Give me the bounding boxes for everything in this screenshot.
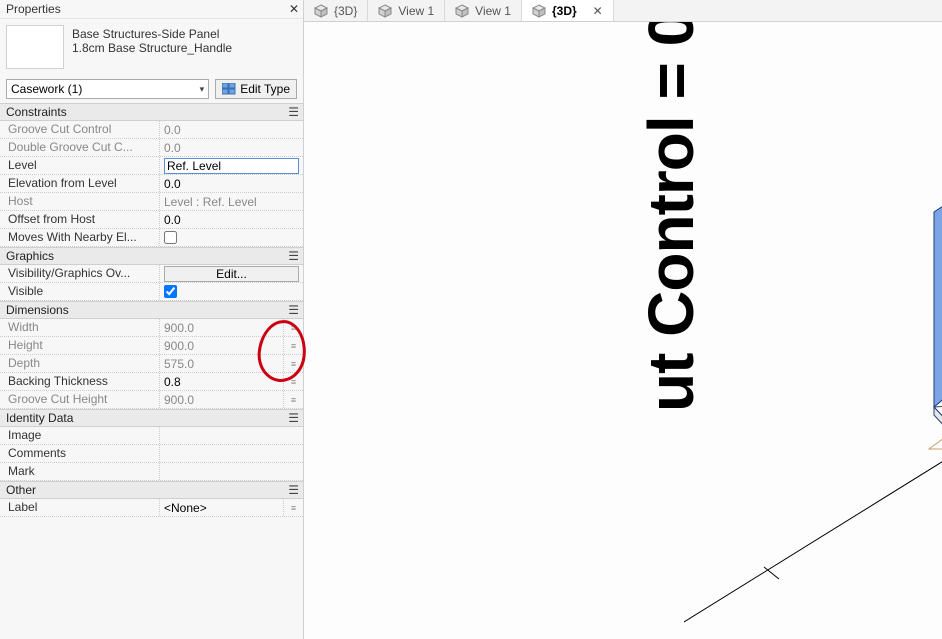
row-host: Host Level : Ref. Level <box>0 193 303 211</box>
category-selector[interactable]: Casework (1) ▾ <box>6 79 209 99</box>
row-label[interactable]: Label <None> ≡ <box>0 499 303 517</box>
associate-parameter-button[interactable]: ≡ <box>283 337 303 354</box>
view-tabs: {3D} View 1 View 1 {3D} ✕ <box>304 0 942 22</box>
properties-titlebar: Properties ✕ <box>0 0 303 19</box>
cabinet-model[interactable] <box>864 152 942 452</box>
moves-with-nearby-checkbox[interactable] <box>164 231 177 244</box>
edit-type-button[interactable]: Edit Type <box>215 79 297 99</box>
cube-icon <box>314 4 328 18</box>
type-selector-row: Base Structures-Side Panel 1.8cm Base St… <box>0 19 303 79</box>
view-tab-3d-active[interactable]: {3D} ✕ <box>522 0 614 21</box>
view-tab-view1[interactable]: View 1 <box>368 0 445 21</box>
group-other[interactable]: Other ☰ <box>0 481 303 499</box>
cube-icon <box>532 4 546 18</box>
associate-parameter-button[interactable]: ≡ <box>283 391 303 408</box>
associate-parameter-button[interactable]: ≡ <box>283 499 303 516</box>
row-height: Height 900.0 ≡ <box>0 337 303 355</box>
row-comments[interactable]: Comments <box>0 445 303 463</box>
collapse-icon: ☰ <box>288 483 299 497</box>
properties-panel: Properties ✕ Base Structures-Side Panel … <box>0 0 304 639</box>
model-viewport[interactable]: ut Control = 0 <box>304 22 942 639</box>
close-icon[interactable]: ✕ <box>289 3 299 15</box>
properties-title: Properties <box>6 2 61 16</box>
associate-parameter-button[interactable]: ≡ <box>283 355 303 372</box>
category-selector-label: Casework (1) <box>11 82 82 96</box>
row-mark[interactable]: Mark <box>0 463 303 481</box>
type-name-line2: 1.8cm Base Structure_Handle <box>72 41 232 55</box>
row-moves-with-nearby[interactable]: Moves With Nearby El... <box>0 229 303 247</box>
group-dimensions[interactable]: Dimensions ☰ <box>0 301 303 319</box>
edit-type-label: Edit Type <box>240 82 290 96</box>
associate-parameter-button[interactable]: ≡ <box>283 373 303 390</box>
row-image[interactable]: Image <box>0 427 303 445</box>
collapse-icon: ☰ <box>288 249 299 263</box>
collapse-icon: ☰ <box>288 105 299 119</box>
chevron-down-icon: ▾ <box>200 84 205 95</box>
group-constraints[interactable]: Constraints ☰ <box>0 103 303 121</box>
type-preview-icon <box>6 25 64 69</box>
edit-type-icon <box>222 83 236 95</box>
row-width: Width 900.0 ≡ <box>0 319 303 337</box>
tab-close-icon[interactable]: ✕ <box>593 4 603 18</box>
row-elevation-from-level[interactable]: Elevation from Level 0.0 <box>0 175 303 193</box>
row-offset-from-host[interactable]: Offset from Host 0.0 <box>0 211 303 229</box>
visible-checkbox[interactable] <box>164 285 177 298</box>
view-tab-view1-2[interactable]: View 1 <box>445 0 522 21</box>
vg-edit-button[interactable]: Edit... <box>164 266 299 282</box>
dimension-line <box>684 442 942 639</box>
row-visible[interactable]: Visible <box>0 283 303 301</box>
view-tab-3d[interactable]: {3D} <box>304 0 368 21</box>
type-name: Base Structures-Side Panel 1.8cm Base St… <box>72 25 232 69</box>
model-annotation-text: ut Control = 0 <box>634 22 708 412</box>
collapse-icon: ☰ <box>288 303 299 317</box>
cube-icon <box>455 4 469 18</box>
row-groove-cut-height: Groove Cut Height 900.0 ≡ <box>0 391 303 409</box>
group-identity[interactable]: Identity Data ☰ <box>0 409 303 427</box>
level-field[interactable] <box>164 158 299 174</box>
collapse-icon: ☰ <box>288 411 299 425</box>
row-depth: Depth 575.0 ≡ <box>0 355 303 373</box>
cube-icon <box>378 4 392 18</box>
type-name-line1: Base Structures-Side Panel <box>72 27 232 41</box>
row-level[interactable]: Level <box>0 157 303 175</box>
row-groove-cut-control: Groove Cut Control 0.0 <box>0 121 303 139</box>
row-visibility-graphics[interactable]: Visibility/Graphics Ov... Edit... <box>0 265 303 283</box>
viewport-area: {3D} View 1 View 1 {3D} ✕ ut Control = 0 <box>304 0 942 639</box>
group-graphics[interactable]: Graphics ☰ <box>0 247 303 265</box>
row-backing-thickness[interactable]: Backing Thickness 0.8 ≡ <box>0 373 303 391</box>
associate-parameter-button[interactable]: ≡ <box>283 319 303 336</box>
row-double-groove-cut: Double Groove Cut C... 0.0 <box>0 139 303 157</box>
